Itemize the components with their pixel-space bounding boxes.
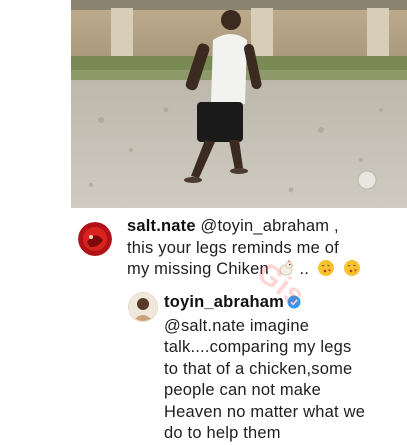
mention-link[interactable]: @salt.nate xyxy=(164,317,245,335)
chicken-emoji-icon xyxy=(277,259,295,284)
avatar[interactable] xyxy=(128,292,158,322)
video-scene xyxy=(71,0,407,208)
mention-link[interactable]: @toyin_abraham xyxy=(201,217,330,235)
comment-text: imagine xyxy=(245,316,310,335)
video-frame[interactable] xyxy=(71,0,407,208)
comment-text: , xyxy=(329,217,339,235)
username[interactable]: salt.nate xyxy=(127,217,196,235)
comment-line-1: salt.nate @toyin_abraham , xyxy=(127,216,402,238)
avatar-salt-nate-icon xyxy=(78,222,112,256)
comment-text: Heaven no matter what we xyxy=(164,402,366,421)
avatar-toyin-abraham-icon xyxy=(129,293,157,321)
comment-line-1: toyin_abraham xyxy=(164,292,404,316)
avatar[interactable] xyxy=(78,222,112,256)
kiss-emoji-icon xyxy=(343,259,361,284)
comment-text: my missing Chiken xyxy=(127,260,269,278)
comment-text: talk....comparing my legs xyxy=(164,338,352,356)
comment-text: this your legs reminds me of xyxy=(127,238,339,257)
comment-text: people can not make xyxy=(164,381,321,399)
comment-text: .. xyxy=(294,260,310,278)
comment-text: to that of a chicken,some xyxy=(164,359,353,378)
username[interactable]: toyin_abraham xyxy=(164,293,284,311)
kiss-emoji-icon xyxy=(317,259,335,284)
comment-line-3: my missing Chiken .. xyxy=(127,259,402,284)
comment-line-2: @salt.nate imagine xyxy=(164,316,404,338)
comment-text: do to help them xyxy=(164,424,281,442)
verified-badge-icon xyxy=(287,294,301,316)
